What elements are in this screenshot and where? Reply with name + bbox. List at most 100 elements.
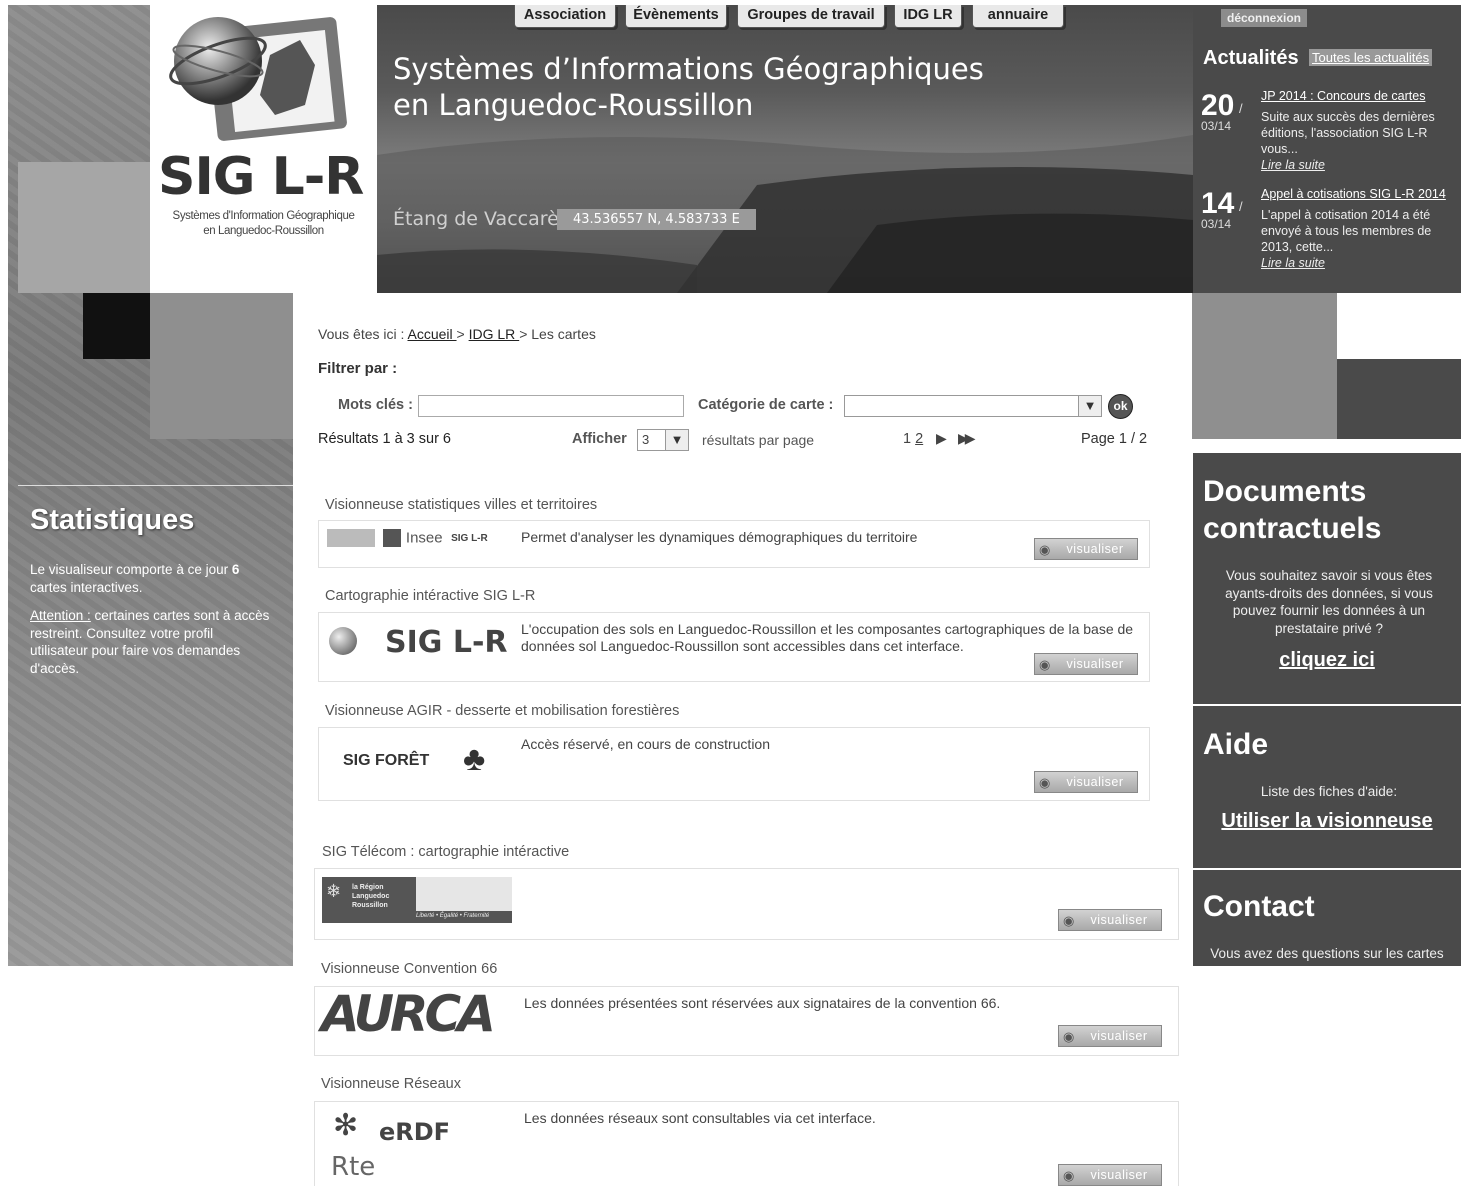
insee-logo: Insee SIG L-R bbox=[327, 529, 507, 553]
erdf-star-icon: ✻ bbox=[333, 1109, 359, 1142]
deco-square bbox=[1192, 293, 1337, 439]
next-page-icon[interactable]: ▶ bbox=[936, 430, 947, 447]
aurca-logo: AURCA bbox=[321, 985, 511, 1049]
read-more-link[interactable]: Lire la suite bbox=[1261, 255, 1453, 271]
breadcrumb-prefix: Vous êtes ici : bbox=[318, 326, 408, 342]
breadcrumb-home[interactable]: Accueil bbox=[408, 326, 457, 342]
breadcrumb-idg[interactable]: IDG LR bbox=[469, 326, 520, 342]
map-description: Les données présentées sont réservées au… bbox=[524, 995, 1001, 1011]
breadcrumb-separator: > bbox=[519, 326, 532, 342]
rte-logo-text: Rte bbox=[331, 1152, 376, 1182]
nav-tab-idg-lr[interactable]: IDG LR bbox=[894, 5, 962, 28]
deco-square bbox=[18, 162, 150, 293]
visualize-button[interactable]: ◉ visualiser bbox=[1034, 771, 1138, 793]
news-headline-link[interactable]: JP 2014 : Concours de cartes bbox=[1261, 89, 1425, 103]
help-link[interactable]: Utiliser la visionneuse bbox=[1193, 810, 1461, 833]
visualize-button[interactable]: ◉ visualiser bbox=[1058, 1164, 1162, 1186]
stats-count: 6 bbox=[231, 562, 240, 577]
aurca-logo-text: AURCA bbox=[321, 985, 496, 1043]
map-title: Visionneuse statistiques villes et terri… bbox=[325, 497, 598, 513]
stats-attention: Attention : certaines cartes sont à accè… bbox=[30, 607, 270, 677]
breadcrumb-current: Les cartes bbox=[531, 326, 596, 342]
contact-title: Contact bbox=[1203, 890, 1315, 923]
page-1-link[interactable]: 1 bbox=[903, 431, 911, 447]
news-headline-link[interactable]: Appel à cotisations SIG L-R 2014 bbox=[1261, 187, 1446, 201]
documents-title-line: contractuels bbox=[1203, 512, 1382, 545]
attention-link[interactable]: Attention : bbox=[30, 608, 91, 623]
last-page-icon[interactable]: ▶▶ bbox=[958, 430, 975, 447]
breadcrumb-separator: > bbox=[456, 326, 469, 342]
map-card: ❄ la Région Languedoc Roussillon Liberté… bbox=[314, 868, 1179, 940]
logo-subtitle-line: Systèmes d'Information Géographique bbox=[172, 210, 355, 222]
eye-icon: ◉ bbox=[1063, 1029, 1075, 1044]
sig-lr-logo-text: SIG L-R bbox=[385, 625, 508, 660]
date-separator: / bbox=[1239, 101, 1243, 116]
visualize-label: visualiser bbox=[1066, 657, 1124, 671]
read-more-link[interactable]: Lire la suite bbox=[1261, 157, 1453, 173]
results-summary: Résultats 1 à 3 sur 6 bbox=[318, 431, 451, 447]
all-news-link[interactable]: Toutes les actualités bbox=[1309, 49, 1433, 66]
insee-logo-text: Insee bbox=[405, 529, 443, 547]
logo-subtitle: Systèmes d'Information Géographique en L… bbox=[150, 209, 377, 239]
visualize-button[interactable]: ◉ visualiser bbox=[1058, 1025, 1162, 1047]
banner-photo bbox=[377, 135, 1193, 293]
divider bbox=[18, 485, 293, 486]
chevron-down-icon[interactable]: ▼ bbox=[665, 430, 688, 450]
sig-foret-logo-text: SIG FORÊT bbox=[343, 752, 430, 769]
news-summary-text: Suite aux succès des dernières éditions,… bbox=[1261, 110, 1435, 156]
sig-lr-logo-text: SIG L-R bbox=[451, 532, 488, 544]
map-title: Visionneuse AGIR - desserte et mobilisat… bbox=[325, 703, 680, 719]
map-card: ✻ eRDF Rte Les données réseaux sont cons… bbox=[314, 1101, 1179, 1186]
tree-icon: ♣ bbox=[463, 740, 486, 778]
stats-text-part: Le visualiseur comporte à ce jour bbox=[30, 562, 232, 577]
nav-tab-annuaire[interactable]: annuaire bbox=[972, 5, 1064, 28]
documents-title: Documents contractuels bbox=[1203, 473, 1381, 547]
visualize-button[interactable]: ◉ visualiser bbox=[1034, 653, 1138, 675]
nav-tab-association[interactable]: Association bbox=[514, 5, 616, 28]
nav-tab-evenements[interactable]: Évènements bbox=[625, 5, 727, 28]
page-indicator: Page 1 / 2 bbox=[1081, 431, 1148, 447]
deco-square bbox=[83, 293, 150, 359]
map-title: Visionneuse Convention 66 bbox=[321, 961, 498, 977]
ministry-logo-icon bbox=[327, 529, 375, 547]
map-card: AURCA Les données présentées sont réserv… bbox=[314, 985, 1179, 1056]
banner-title: Systèmes d’Informations Géographiques en… bbox=[393, 51, 984, 123]
help-panel: Aide Liste des fiches d'aide: Utiliser l… bbox=[1193, 706, 1461, 868]
visualize-button[interactable]: ◉ visualiser bbox=[1058, 909, 1162, 931]
globe-map-icon bbox=[169, 17, 347, 141]
visualize-label: visualiser bbox=[1090, 1029, 1148, 1043]
eye-icon: ◉ bbox=[1039, 775, 1051, 790]
stats-text: Le visualiseur comporte à ce jour 6 cart… bbox=[30, 561, 270, 596]
logout-button[interactable]: déconnexion bbox=[1221, 9, 1308, 27]
news-summary: Suite aux succès des dernières éditions,… bbox=[1261, 109, 1453, 173]
visualize-button[interactable]: ◉ visualiser bbox=[1034, 538, 1138, 560]
logo-subtitle-line: en Languedoc-Roussillon bbox=[203, 225, 324, 237]
documents-panel: Documents contractuels Vous souhaitez sa… bbox=[1193, 453, 1461, 704]
news-summary-text: L'appel à cotisation 2014 a été envoyé à… bbox=[1261, 208, 1432, 254]
insee-logo-icon bbox=[383, 529, 402, 547]
news-day: 14 bbox=[1201, 187, 1235, 220]
banner-title-line: Systèmes d’Informations Géographiques bbox=[393, 52, 984, 86]
news-month: 03/14 bbox=[1201, 217, 1232, 231]
keywords-input[interactable] bbox=[418, 395, 684, 417]
news-summary: L'appel à cotisation 2014 a été envoyé à… bbox=[1261, 207, 1453, 271]
map-title: Cartographie intéractive SIG L-R bbox=[325, 588, 536, 604]
chevron-down-icon[interactable]: ▼ bbox=[1078, 396, 1101, 416]
erdf-rte-logo: ✻ eRDF Rte bbox=[331, 1108, 491, 1182]
site-logo[interactable]: SIG L-R Systèmes d'Information Géographi… bbox=[150, 5, 377, 293]
documents-link[interactable]: cliquez ici bbox=[1193, 649, 1461, 672]
visualize-label: visualiser bbox=[1090, 913, 1148, 927]
ok-button[interactable]: ok bbox=[1108, 394, 1133, 419]
documents-title-line: Documents bbox=[1203, 475, 1367, 508]
page-2-link[interactable]: 2 bbox=[915, 431, 923, 447]
eye-icon: ◉ bbox=[1039, 542, 1051, 557]
category-select[interactable]: ▼ bbox=[844, 395, 1102, 417]
per-page-select[interactable]: 3 ▼ bbox=[637, 429, 689, 451]
logo-name: SIG L-R bbox=[158, 147, 364, 207]
marianne-icon bbox=[416, 877, 512, 911]
category-label: Catégorie de carte : bbox=[698, 397, 834, 413]
nav-tab-groupes[interactable]: Groupes de travail bbox=[737, 5, 885, 28]
date-separator: / bbox=[1239, 199, 1243, 214]
stats-text-part: cartes interactives. bbox=[30, 579, 143, 595]
visualize-label: visualiser bbox=[1090, 1168, 1148, 1182]
